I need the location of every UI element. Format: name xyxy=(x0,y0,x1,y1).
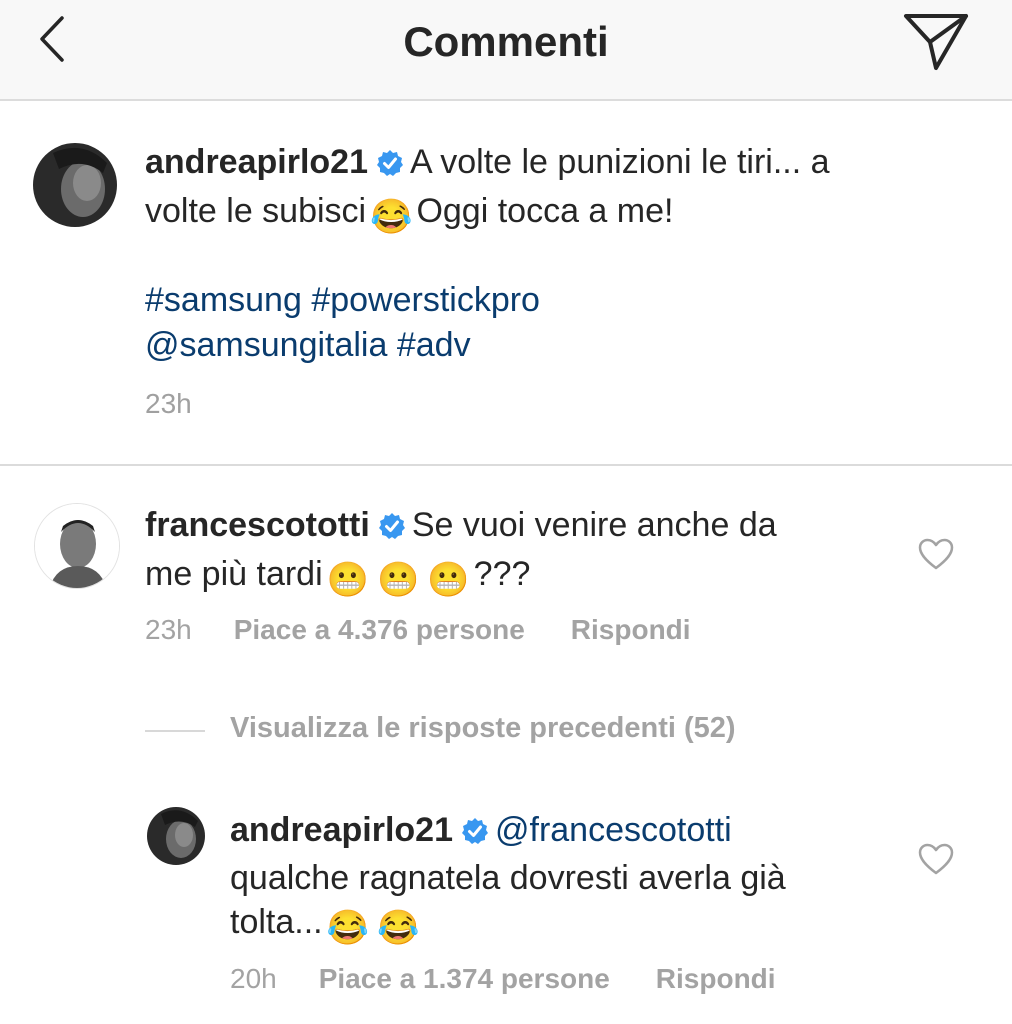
reply-text: andreapirlo21 @francescototti qualche rag… xyxy=(230,808,840,950)
reply-button[interactable]: Rispondi xyxy=(656,963,776,994)
reply-body: qualche ragnatela dovresti averla già to… xyxy=(230,859,786,941)
share-button[interactable] xyxy=(900,8,972,74)
username[interactable]: andreapirlo21 xyxy=(145,143,368,181)
view-replies-button[interactable]: Visualizza le risposte precedenti (52) xyxy=(230,712,736,745)
timestamp: 23h xyxy=(145,388,192,419)
page-title: Commenti xyxy=(403,18,609,65)
grimacing-emoji-icon: 😬 xyxy=(427,561,470,599)
like-button[interactable] xyxy=(918,843,954,875)
grimacing-emoji-icon: 😬 xyxy=(326,561,369,599)
mention-line[interactable]: @samsungitalia #adv xyxy=(145,323,835,368)
reply-button[interactable]: Rispondi xyxy=(571,614,691,645)
avatar[interactable] xyxy=(34,503,120,589)
timestamp: 23h xyxy=(145,614,192,645)
comment-text: francescototti Se vuoi venire anche da me… xyxy=(145,503,825,603)
username[interactable]: andreapirlo21 xyxy=(230,811,453,849)
laughing-emoji-icon: 😂 xyxy=(326,909,369,947)
caption-tags: #samsung #powerstickpro @samsungitalia #… xyxy=(145,278,835,368)
paper-plane-icon xyxy=(904,14,968,70)
like-button[interactable] xyxy=(918,538,954,570)
caption-text: andreapirlo21 A volte le punizioni le tir… xyxy=(145,140,835,240)
likes-count-link[interactable]: Piace a 4.376 persone xyxy=(234,614,525,645)
mention-link[interactable]: @francescototti xyxy=(495,811,732,849)
avatar[interactable] xyxy=(33,143,117,227)
avatar[interactable] xyxy=(147,807,205,865)
caption-body-2: Oggi tocca a me! xyxy=(416,192,674,230)
verified-badge-icon xyxy=(376,144,404,189)
hashtags-line[interactable]: #samsung #powerstickpro xyxy=(145,278,835,323)
reply-meta: 20h Piace a 1.374 persone Rispondi xyxy=(230,963,776,995)
heart-icon xyxy=(918,538,954,570)
laughing-emoji-icon: 😂 xyxy=(370,198,413,236)
likes-count-link[interactable]: Piace a 1.374 persone xyxy=(319,963,610,994)
timestamp: 20h xyxy=(230,963,277,994)
verified-badge-icon xyxy=(378,507,406,552)
comment-body-2: ??? xyxy=(473,555,531,593)
grimacing-emoji-icon: 😬 xyxy=(376,561,420,599)
divider xyxy=(0,464,1012,466)
replies-divider xyxy=(145,730,205,732)
comment-meta: 23h Piace a 4.376 persone Rispondi xyxy=(145,614,691,646)
laughing-emoji-icon: 😂 xyxy=(376,909,420,947)
verified-badge-icon xyxy=(461,812,489,856)
header-bar: Commenti xyxy=(0,0,1012,101)
heart-icon xyxy=(918,843,954,875)
username[interactable]: francescototti xyxy=(145,506,370,544)
